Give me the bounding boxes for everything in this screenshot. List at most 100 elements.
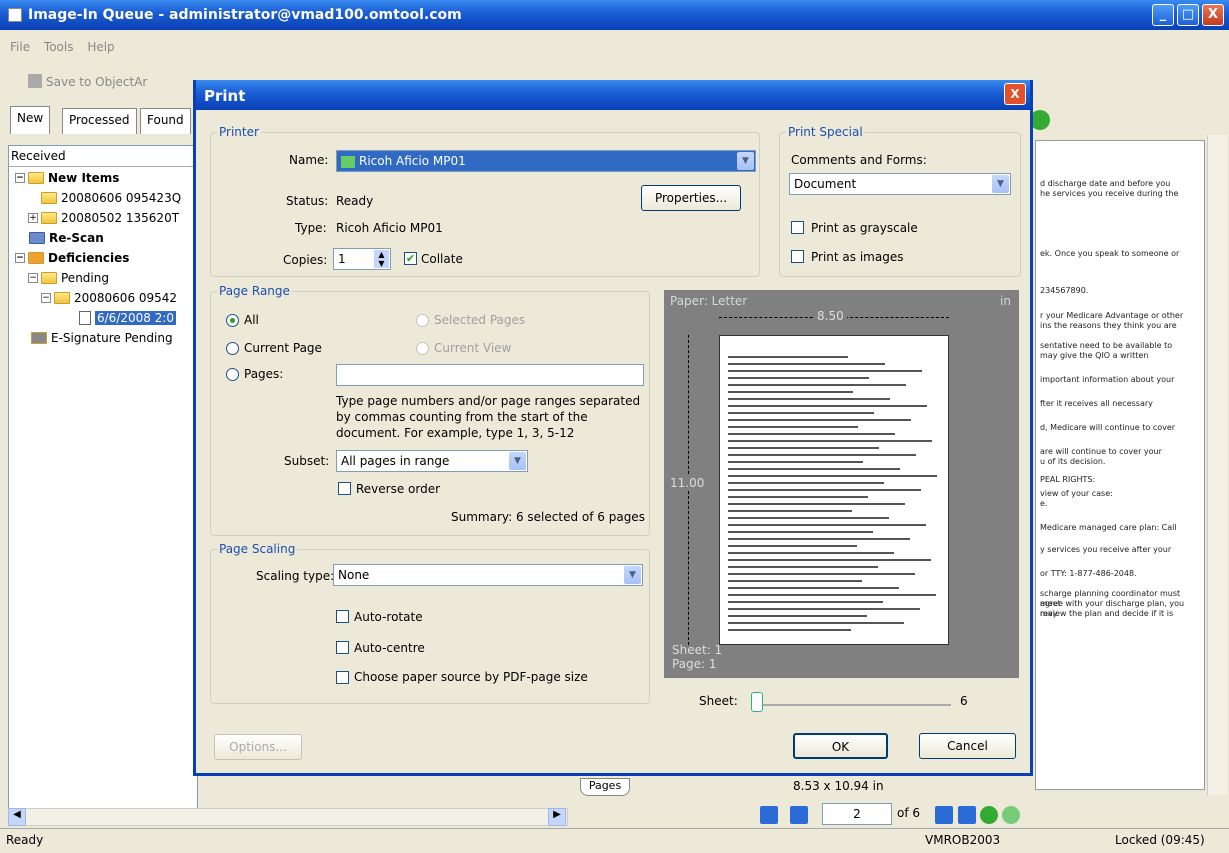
collate-checkbox[interactable]: ✔ [404, 252, 417, 265]
current-page-radio[interactable] [226, 342, 239, 355]
menu-help[interactable]: Help [87, 40, 114, 54]
document-text-line: or TTY: 1-877-486-2048. [1040, 569, 1137, 578]
collapse-icon[interactable]: − [15, 253, 25, 263]
auto-centre-checkbox[interactable] [336, 641, 349, 654]
current-page-label: Current Page [244, 341, 322, 355]
printer-status: Ready [336, 194, 374, 208]
collapse-icon[interactable]: − [28, 273, 38, 283]
sheet-slider-track[interactable] [756, 704, 951, 706]
copies-spinner[interactable]: ▲ ▼ [374, 250, 389, 268]
all-pages-label: All [244, 313, 259, 327]
comments-forms-select[interactable]: Document ▼ [789, 173, 1011, 195]
tree-pending[interactable]: − Pending [28, 271, 109, 285]
sheet-slider-thumb[interactable] [751, 692, 763, 712]
current-view-radio[interactable] [416, 342, 429, 355]
options-button[interactable]: Options... [214, 734, 302, 760]
preview-text-line [728, 447, 879, 449]
preview-text-line [728, 608, 920, 610]
document-text-line: sentative need to be available to [1040, 341, 1173, 350]
menu-tools[interactable]: Tools [44, 40, 74, 54]
collapse-icon[interactable]: − [41, 293, 51, 303]
printer-type: Ricoh Aficio MP01 [336, 221, 443, 235]
document-text-line: e. [1040, 499, 1048, 508]
print-special-group-label: Print Special [786, 125, 865, 139]
scaling-type-select[interactable]: None ▼ [333, 564, 643, 586]
tree-item[interactable]: +20080502 135620T [28, 211, 179, 225]
preview-text-line [728, 426, 858, 428]
tree-new-items[interactable]: − New Items [15, 171, 119, 185]
properties-button[interactable]: Properties... [641, 185, 741, 211]
pages-tab[interactable]: Pages [580, 778, 630, 796]
expand-icon[interactable]: + [28, 213, 38, 223]
pages-input[interactable] [336, 364, 644, 386]
back-icon[interactable] [980, 806, 998, 824]
selected-pages-radio[interactable] [416, 314, 429, 327]
dialog-close-button[interactable]: X [1004, 83, 1026, 105]
forward-icon[interactable] [1002, 806, 1020, 824]
preview-text-line [728, 384, 906, 386]
tree-item[interactable]: −20080606 09542 [41, 291, 177, 305]
current-view-label: Current View [434, 341, 512, 355]
preview-text-line [728, 587, 899, 589]
document-text-line: PEAL RIGHTS: [1040, 475, 1096, 484]
tree-rescan[interactable]: Re-Scan [29, 231, 104, 245]
next-page-icon[interactable] [935, 806, 953, 824]
reverse-order-checkbox[interactable] [338, 482, 351, 495]
preview-text-line [728, 440, 932, 442]
print-as-images-label: Print as images [811, 250, 904, 264]
page-number-input[interactable]: 2 [822, 803, 892, 825]
grayscale-checkbox[interactable] [791, 221, 804, 234]
tab-new[interactable]: New [10, 106, 51, 134]
cancel-button[interactable]: Cancel [919, 733, 1016, 759]
tab-found[interactable]: Found [140, 108, 191, 134]
ok-button[interactable]: OK [793, 733, 888, 759]
status-text: Ready [6, 833, 44, 847]
print-as-images-checkbox[interactable] [791, 250, 804, 263]
preview-text-line [728, 545, 857, 547]
preview-text-line [728, 503, 905, 505]
minimize-button[interactable]: _ [1152, 4, 1174, 26]
printer-name-select[interactable]: Ricoh Aficio MP01 ▼ [336, 150, 756, 172]
unit-label: in [1000, 294, 1011, 308]
document-text-line: y services you receive after your [1040, 545, 1172, 554]
horizontal-scrollbar[interactable] [8, 808, 568, 826]
auto-rotate-checkbox[interactable] [336, 610, 349, 623]
maximize-button[interactable]: □ [1177, 4, 1199, 26]
all-pages-radio[interactable] [226, 314, 239, 327]
grayscale-label: Print as grayscale [811, 221, 918, 235]
folder-icon [41, 272, 57, 284]
folder-icon [41, 192, 57, 204]
vertical-scrollbar[interactable] [1207, 135, 1227, 795]
close-window-button[interactable]: X [1202, 4, 1224, 26]
next-green-icon[interactable] [1030, 110, 1050, 130]
first-page-icon[interactable] [760, 806, 778, 824]
scroll-right-icon[interactable]: ▶ [548, 808, 566, 826]
previous-page-icon[interactable] [790, 806, 808, 824]
paper-source-checkbox[interactable] [336, 671, 349, 684]
document-text-line: he services you receive during the [1040, 189, 1179, 198]
chevron-down-icon: ▼ [737, 152, 754, 170]
tree-esignature[interactable]: E-Signature Pending [31, 331, 173, 345]
subset-select[interactable]: All pages in range ▼ [336, 450, 528, 472]
menu-file[interactable]: File [10, 40, 30, 54]
tree-deficiencies[interactable]: − Deficiencies [15, 251, 129, 265]
tree-item[interactable]: 20080606 095423Q [41, 191, 181, 205]
folder-icon [41, 212, 57, 224]
tree-document-selected[interactable]: 6/6/2008 2:0 [79, 311, 177, 325]
status-lock: Locked (09:45) [1115, 833, 1205, 847]
preview-text-line [728, 419, 911, 421]
save-to-objectar-button[interactable]: Save to ObjectAr [46, 75, 147, 89]
pages-radio[interactable] [226, 368, 239, 381]
folder-icon [28, 172, 44, 184]
divider [9, 166, 197, 167]
last-page-icon[interactable] [958, 806, 976, 824]
status-computer: VMROB2003 [925, 833, 1001, 847]
preview-text-line [728, 524, 926, 526]
rescan-icon [29, 232, 45, 244]
collapse-icon[interactable]: − [15, 173, 25, 183]
preview-text-line [728, 377, 869, 379]
tab-processed[interactable]: Processed [62, 108, 137, 134]
page-range-group-label: Page Range [217, 284, 292, 298]
scroll-left-icon[interactable]: ◀ [8, 808, 26, 826]
comments-forms-label: Comments and Forms: [791, 153, 927, 167]
